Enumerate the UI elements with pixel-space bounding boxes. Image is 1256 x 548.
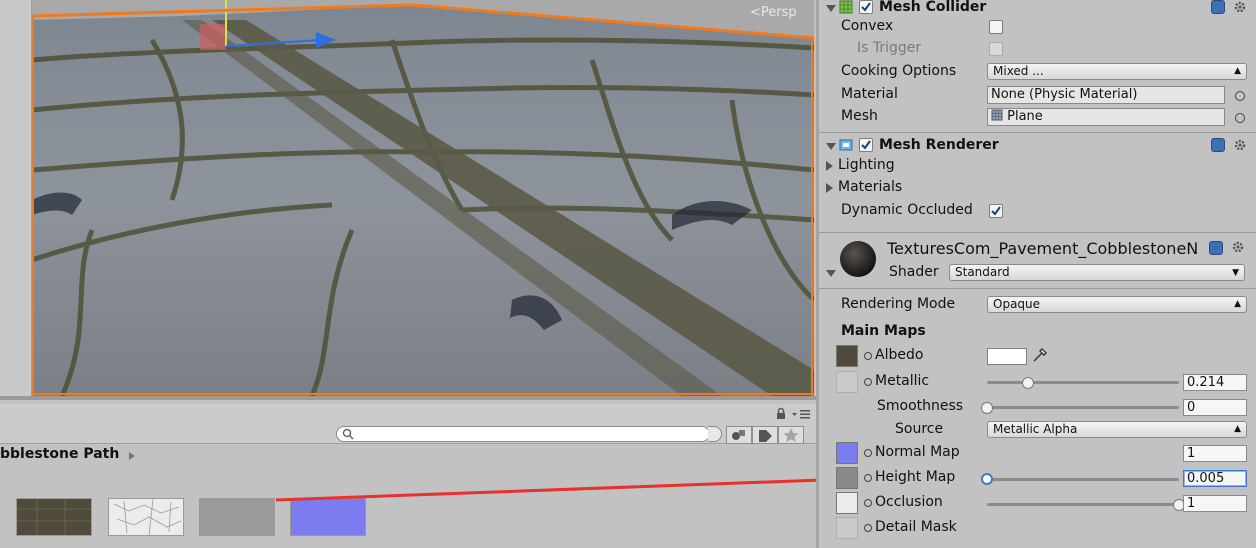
convex-label: Convex (841, 18, 894, 34)
checkmark-icon (861, 2, 871, 12)
foldout-right-icon[interactable] (826, 161, 833, 171)
divider (819, 132, 1256, 133)
mesh-renderer-icon (839, 139, 853, 151)
checkmark-icon (861, 140, 871, 150)
help-icon[interactable] (1211, 0, 1225, 14)
foldout-down-icon[interactable] (826, 270, 836, 277)
smoothness-label: Smoothness (877, 398, 964, 414)
occlusion-slider-track[interactable] (987, 503, 1179, 506)
height-map-label: Height Map (875, 469, 956, 485)
dropdown-arrow-icon: ▼︎ (1232, 268, 1239, 278)
texture-picker-icon[interactable] (864, 474, 872, 482)
foldout-down-icon[interactable] (826, 5, 836, 12)
physic-material-value: None (Physic Material) (991, 87, 1138, 102)
mesh-renderer-title: Mesh Renderer (879, 137, 999, 153)
mesh-renderer-enabled-checkbox[interactable] (859, 138, 873, 152)
foldout-down-icon[interactable] (826, 143, 836, 150)
texture-picker-icon[interactable] (864, 524, 872, 532)
height-map-slider-knob[interactable] (981, 473, 993, 485)
inspector-panel: Mesh Collider Convex Is Trigger Cooking … (816, 0, 1256, 548)
materials-foldout[interactable]: Materials (838, 179, 902, 195)
material-preview-sphere[interactable] (839, 240, 877, 278)
source-label: Source (895, 421, 944, 437)
occlusion-label: Occlusion (875, 494, 943, 510)
texture-picker-icon[interactable] (864, 499, 872, 507)
mesh-collider-header[interactable]: Mesh Collider (819, 0, 1256, 18)
divider (819, 288, 1256, 289)
divider (819, 232, 1256, 233)
height-map-texture-slot[interactable] (836, 467, 858, 489)
gear-icon[interactable] (1233, 138, 1247, 152)
dropdown-arrow-icon: ▲︎ (1234, 424, 1241, 434)
metallic-slider-track[interactable] (987, 381, 1179, 384)
smoothness-slider-track[interactable] (987, 406, 1179, 409)
detail-mask-texture-slot[interactable] (836, 517, 858, 539)
mesh-collider-enabled-checkbox[interactable] (859, 0, 873, 14)
dynamic-occluded-checkbox[interactable] (989, 204, 1003, 218)
dropdown-arrow-icon: ▲︎ (1234, 299, 1241, 309)
albedo-label: Albedo (875, 347, 924, 363)
is-trigger-checkbox (989, 42, 1003, 56)
mesh-field[interactable]: Plane (987, 108, 1225, 126)
source-value: Metallic Alpha (993, 422, 1078, 436)
source-dropdown[interactable]: Metallic Alpha ▲︎ (987, 421, 1247, 438)
rendering-mode-dropdown[interactable]: Opaque ▲︎ (987, 296, 1247, 313)
texture-picker-icon[interactable] (864, 449, 872, 457)
cooking-options-label: Cooking Options (841, 63, 957, 79)
shader-label: Shader (889, 264, 939, 280)
smoothness-value-field[interactable]: 0 (1183, 399, 1247, 416)
detail-mask-label: Detail Mask (875, 519, 957, 535)
dynamic-occluded-label: Dynamic Occluded (841, 202, 973, 218)
material-label: Material (841, 86, 898, 102)
object-picker-icon[interactable] (1235, 91, 1245, 101)
mesh-collider-icon (839, 0, 853, 14)
metallic-slider-knob[interactable] (1022, 377, 1035, 389)
normal-map-label: Normal Map (875, 444, 960, 460)
is-trigger-label: Is Trigger (857, 40, 922, 56)
mesh-grid-icon (991, 109, 1003, 121)
texture-picker-icon[interactable] (864, 352, 872, 360)
metallic-value-field[interactable]: 0.214 (1183, 374, 1247, 391)
normal-map-value-field[interactable]: 1 (1183, 445, 1247, 462)
mesh-label: Mesh (841, 108, 878, 124)
help-icon[interactable] (1209, 241, 1223, 255)
cooking-options-value: Mixed ... (993, 64, 1044, 78)
gear-icon[interactable] (1231, 240, 1245, 254)
physic-material-field[interactable]: None (Physic Material) (987, 86, 1225, 104)
shader-dropdown[interactable]: Standard ▼︎ (949, 264, 1245, 281)
height-map-slider-track[interactable] (987, 478, 1179, 481)
foldout-right-icon[interactable] (826, 183, 833, 193)
albedo-texture-slot[interactable] (836, 345, 858, 367)
smoothness-slider-knob[interactable] (981, 402, 993, 414)
eyedropper-icon[interactable] (1031, 346, 1049, 364)
checkmark-icon (991, 206, 1001, 216)
rendering-mode-value: Opaque (993, 297, 1041, 311)
dropdown-arrow-icon: ▲︎ (1234, 66, 1241, 76)
help-icon[interactable] (1211, 138, 1225, 152)
occlusion-texture-slot[interactable] (836, 492, 858, 514)
height-map-value-field[interactable]: 0.005 (1183, 470, 1247, 487)
gear-icon[interactable] (1233, 0, 1247, 14)
mesh-value: Plane (1007, 109, 1043, 124)
rendering-mode-label: Rendering Mode (841, 296, 956, 312)
metallic-label: Metallic (875, 373, 930, 389)
occlusion-value-field[interactable]: 1 (1183, 495, 1247, 512)
object-picker-icon[interactable] (1235, 113, 1245, 123)
normal-map-texture-slot[interactable] (836, 442, 858, 464)
material-name: TexturesCom_Pavement_CobblestoneN (887, 239, 1199, 258)
mesh-renderer-header[interactable]: Mesh Renderer (819, 135, 1256, 157)
mesh-collider-title: Mesh Collider (879, 0, 987, 15)
shader-value: Standard (955, 265, 1010, 279)
metallic-texture-slot[interactable] (836, 371, 858, 393)
texture-picker-icon[interactable] (864, 378, 872, 386)
lighting-foldout[interactable]: Lighting (838, 157, 895, 173)
unity-editor: <Persp bblestone Path Mesh Collider Conv… (0, 0, 1256, 548)
cooking-options-dropdown[interactable]: Mixed ... ▲︎ (987, 63, 1247, 80)
main-maps-heading: Main Maps (841, 323, 926, 339)
albedo-color-swatch[interactable] (987, 348, 1027, 365)
convex-checkbox[interactable] (989, 20, 1003, 34)
